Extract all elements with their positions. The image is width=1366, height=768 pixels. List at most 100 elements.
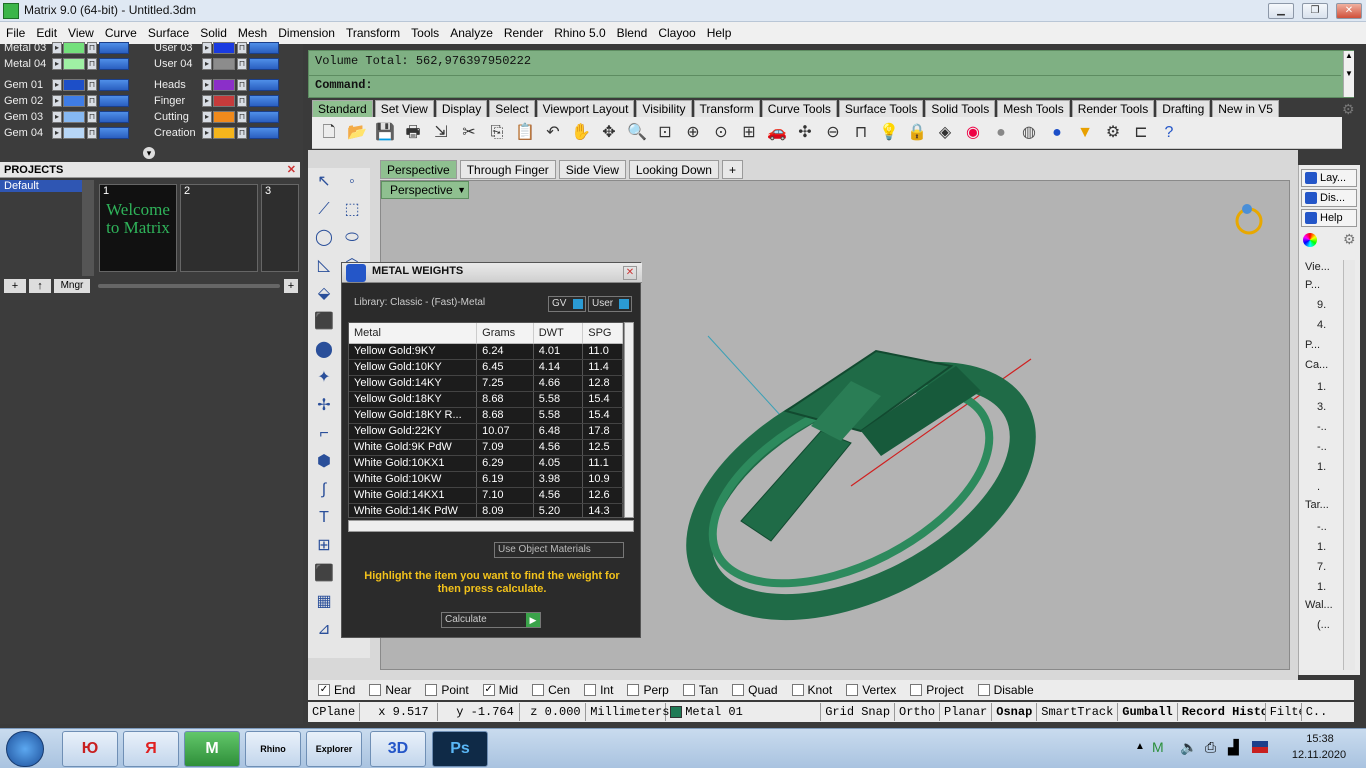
options-gears-icon[interactable]: ⚙ <box>1101 121 1125 145</box>
osnap-checkbox[interactable] <box>682 684 695 696</box>
osnap-knot[interactable]: Knot <box>791 683 832 697</box>
column-header-dwt[interactable]: DWT <box>533 323 584 344</box>
table-row[interactable]: Yellow Gold:9KY 6.24 4.01 11.0 <box>349 343 623 360</box>
lock-icon[interactable]: ⊓ <box>237 127 247 139</box>
current-layer-status[interactable]: Metal 01 <box>666 703 822 721</box>
right-panel-item[interactable]: -.. <box>1317 441 1327 453</box>
osnap-checkbox[interactable] <box>532 684 545 696</box>
cplane-icon[interactable]: ⊖ <box>821 121 845 145</box>
lock-icon[interactable]: ⊓ <box>87 111 97 123</box>
collapse-layers-icon[interactable]: ▾ <box>143 147 155 159</box>
menu-help[interactable]: Help <box>707 26 732 40</box>
expand-arrow-icon[interactable]: ▸ <box>202 58 212 70</box>
right-panel-scrollbar[interactable] <box>1343 260 1355 670</box>
toolbar-settings-gear-icon[interactable]: ⚙ <box>1342 101 1355 118</box>
taskbar-app-rhino[interactable]: Rhino <box>245 731 301 767</box>
layer-visibility-toggle[interactable] <box>249 127 279 139</box>
taskbar-app-yandex[interactable]: Я <box>123 731 179 767</box>
color-wheel-icon[interactable]: ◉ <box>961 121 985 145</box>
viewport-tab-side-view[interactable]: Side View <box>558 160 626 179</box>
layer-row[interactable]: Gem 02 ▸ ⊓ <box>0 93 129 109</box>
print-icon[interactable]: 🖶 <box>401 121 425 145</box>
cut-icon[interactable]: ✂ <box>457 121 481 145</box>
units-status[interactable]: Millimeters <box>586 703 669 721</box>
solid-icon[interactable]: ⬛ <box>312 562 336 586</box>
expand-arrow-icon[interactable]: ▸ <box>202 42 212 54</box>
command-input[interactable] <box>383 77 1338 95</box>
osnap-checkbox[interactable] <box>732 684 745 696</box>
lock-icon[interactable]: ⊓ <box>87 42 97 54</box>
osnap-checkbox[interactable] <box>791 684 804 696</box>
point-icon[interactable]: ◦ <box>340 170 364 194</box>
gem-icon[interactable]: ✦ <box>312 366 336 390</box>
right-panel-item[interactable]: 1. <box>1317 381 1326 393</box>
volume-icon[interactable]: 🔈 <box>1180 739 1197 756</box>
tab-new-in-v5[interactable]: New in V5 <box>1212 100 1279 117</box>
knife-icon[interactable]: ⌐ <box>312 422 336 446</box>
osnap-quad[interactable]: Quad <box>732 683 778 697</box>
right-tab-layers[interactable]: Lay... <box>1301 169 1357 187</box>
osnap-toggle[interactable]: Osnap <box>992 703 1038 721</box>
cylinder-icon[interactable]: ⬤ <box>312 338 336 362</box>
menu-edit[interactable]: Edit <box>36 26 57 40</box>
tab-visibility[interactable]: Visibility <box>636 100 692 117</box>
right-panel-item[interactable]: (... <box>1317 619 1330 631</box>
filter-toggle[interactable]: Filte <box>1266 703 1302 721</box>
expand-arrow-icon[interactable]: ▸ <box>52 58 62 70</box>
bend-icon[interactable]: ⊿ <box>312 618 336 642</box>
layer-row[interactable]: Cutting ▸ ⊓ <box>150 109 279 125</box>
menu-surface[interactable]: Surface <box>148 26 189 40</box>
polyline-icon[interactable]: ⟋ <box>312 198 336 222</box>
menu-render[interactable]: Render <box>504 26 543 40</box>
tab-transform[interactable]: Transform <box>693 100 760 117</box>
taskbar-app-3d[interactable]: 3D <box>370 731 426 767</box>
layer-color-swatch[interactable] <box>63 79 85 91</box>
layer-visibility-toggle[interactable] <box>249 95 279 107</box>
expand-arrow-icon[interactable]: ▸ <box>52 79 62 91</box>
use-object-materials-toggle[interactable]: Use Object Materials <box>494 542 624 558</box>
right-tab-help[interactable]: Help <box>1301 209 1357 227</box>
lock-icon[interactable]: ⊓ <box>237 58 247 70</box>
right-panel-item[interactable]: 7. <box>1317 561 1326 573</box>
layer-visibility-toggle[interactable] <box>99 79 129 91</box>
copy-icon[interactable]: ⎘ <box>485 121 509 145</box>
four-viewports-icon[interactable]: ⊞ <box>737 121 761 145</box>
table-row[interactable]: White Gold:14K PdW 8.09 5.20 14.3 <box>349 503 623 517</box>
right-panel-item[interactable]: -.. <box>1317 521 1327 533</box>
layer-color-swatch[interactable] <box>63 95 85 107</box>
analysis-icon[interactable]: ▼ <box>1073 121 1097 145</box>
layer-row[interactable]: User 03 ▸ ⊓ <box>150 40 279 56</box>
menu-rhino-5-0[interactable]: Rhino 5.0 <box>554 26 605 40</box>
column-header-grams[interactable]: Grams <box>476 323 534 344</box>
layer-row[interactable]: Gem 03 ▸ ⊓ <box>0 109 129 125</box>
cplane-status[interactable]: CPlane <box>308 703 361 721</box>
layer-row[interactable]: Creation ▸ ⊓ <box>150 125 279 141</box>
gumball-toggle[interactable]: Gumball <box>1118 703 1178 721</box>
osnap-near[interactable]: Near <box>369 683 411 697</box>
right-panel-item[interactable]: 1. <box>1317 541 1326 553</box>
box-icon[interactable]: ⬛ <box>312 310 336 334</box>
menu-transform[interactable]: Transform <box>346 26 400 40</box>
language-flag-icon[interactable] <box>1252 741 1268 753</box>
taskbar-app-explorer[interactable]: Explorer <box>306 731 362 767</box>
layer-row[interactable]: Metal 03 ▸ ⊓ <box>0 40 129 56</box>
tab-standard[interactable]: Standard <box>312 100 373 117</box>
table-row[interactable]: Yellow Gold:14KY 7.25 4.66 12.8 <box>349 375 623 392</box>
layer-color-swatch[interactable] <box>63 111 85 123</box>
close-button[interactable]: ✕ <box>1336 3 1362 19</box>
osnap-checkbox[interactable] <box>910 684 923 696</box>
tab-curve-tools[interactable]: Curve Tools <box>761 100 837 117</box>
layer-color-swatch[interactable] <box>213 111 235 123</box>
color-wheel-icon[interactable] <box>1303 233 1317 247</box>
transform-icon[interactable]: ⬙ <box>312 282 336 306</box>
expand-arrow-icon[interactable]: ▸ <box>52 111 62 123</box>
grid-settings-icon[interactable]: ⊏ <box>1129 121 1153 145</box>
layer-visibility-toggle[interactable] <box>99 127 129 139</box>
smarttrack-toggle[interactable]: SmartTrack <box>1037 703 1119 721</box>
osnap-checkbox[interactable] <box>846 684 859 696</box>
menu-clayoo[interactable]: Clayoo <box>658 26 695 40</box>
table-vertical-scrollbar[interactable] <box>624 322 634 518</box>
right-tab-display[interactable]: Dis... <box>1301 189 1357 207</box>
gv-toggle[interactable]: GV <box>548 296 586 312</box>
light-bulb-icon[interactable]: 💡 <box>877 121 901 145</box>
